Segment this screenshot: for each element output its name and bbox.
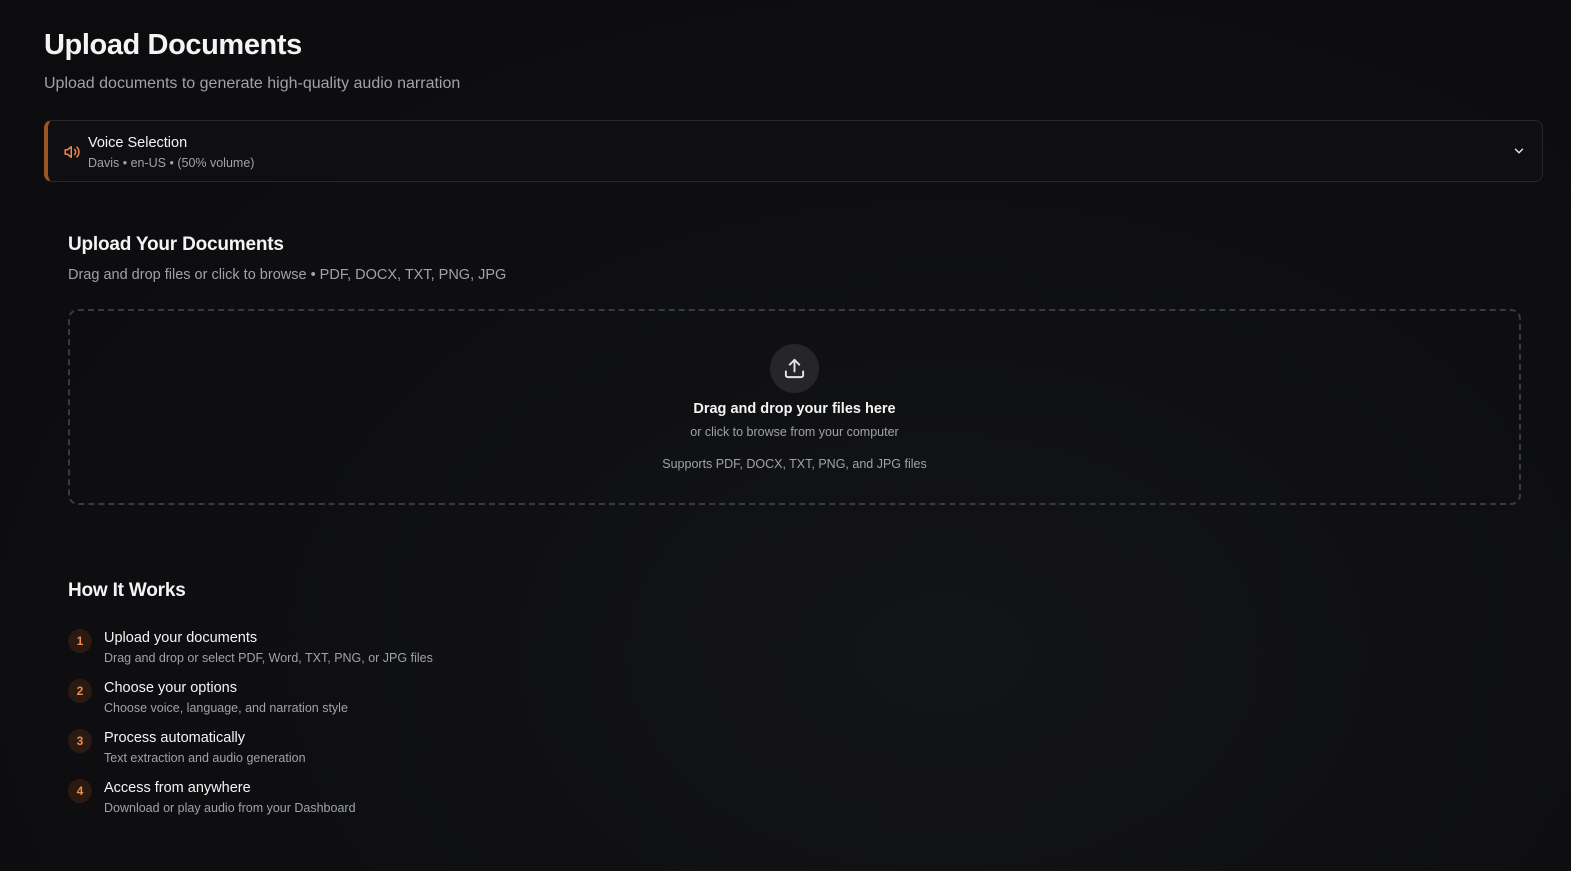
page-title: Upload Documents <box>44 29 302 61</box>
dropzone-browse-hint: or click to browse from your computer <box>690 425 899 439</box>
step-item: 3 Process automatically Text extraction … <box>68 728 668 778</box>
upload-section-heading: Upload Your Documents <box>68 234 284 255</box>
step-item: 4 Access from anywhere Download or play … <box>68 778 668 828</box>
upload-icon <box>770 344 819 393</box>
step-description: Choose voice, language, and narration st… <box>104 701 348 715</box>
step-item: 1 Upload your documents Drag and drop or… <box>68 628 668 678</box>
step-description: Text extraction and audio generation <box>104 751 306 765</box>
step-number-badge: 3 <box>68 729 92 753</box>
step-number-badge: 1 <box>68 629 92 653</box>
dropzone-title: Drag and drop your files here <box>693 401 896 417</box>
step-number-badge: 2 <box>68 679 92 703</box>
speaker-icon <box>63 143 81 161</box>
step-title: Choose your options <box>104 680 237 696</box>
dropzone-supported-formats: Supports PDF, DOCX, TXT, PNG, and JPG fi… <box>662 457 927 471</box>
how-it-works-heading: How It Works <box>68 580 186 601</box>
upload-section-description: Drag and drop files or click to browse •… <box>68 267 507 283</box>
step-description: Drag and drop or select PDF, Word, TXT, … <box>104 651 433 665</box>
file-dropzone[interactable]: Drag and drop your files here or click t… <box>68 309 1521 505</box>
voice-selection-detail: Davis • en-US • (50% volume) <box>88 156 255 170</box>
voice-selection-toggle[interactable]: Voice Selection Davis • en-US • (50% vol… <box>44 120 1543 182</box>
step-title: Process automatically <box>104 730 246 746</box>
how-it-works-steps: 1 Upload your documents Drag and drop or… <box>68 628 668 828</box>
chevron-down-icon[interactable] <box>1512 144 1526 158</box>
step-title: Upload your documents <box>104 630 258 646</box>
step-number-badge: 4 <box>68 779 92 803</box>
step-item: 2 Choose your options Choose voice, lang… <box>68 678 668 728</box>
step-title: Access from anywhere <box>104 780 251 796</box>
step-description: Download or play audio from your Dashboa… <box>104 801 356 815</box>
voice-selection-title: Voice Selection <box>88 135 188 151</box>
page-subtitle: Upload documents to generate high-qualit… <box>44 75 461 92</box>
